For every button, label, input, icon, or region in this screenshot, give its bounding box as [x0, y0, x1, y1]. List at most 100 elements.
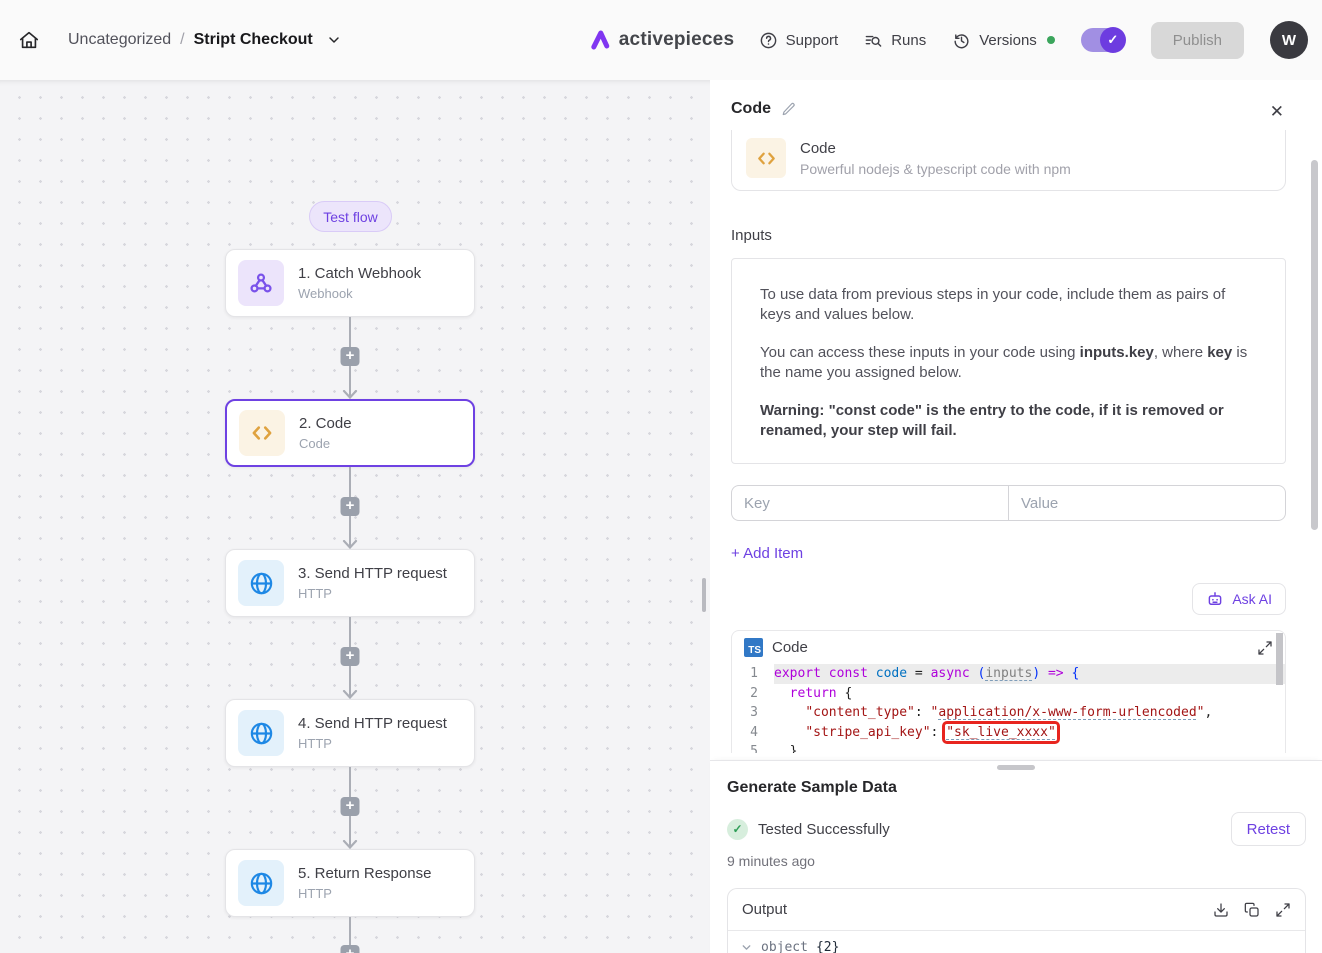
editor-scrollbar[interactable] — [1276, 633, 1283, 685]
flow-enabled-toggle[interactable]: ✓ — [1081, 28, 1125, 52]
node-subtitle: HTTP — [298, 736, 447, 751]
key-input[interactable] — [731, 485, 1008, 521]
edit-name-pencil-icon[interactable] — [781, 102, 796, 117]
webhook-icon — [238, 260, 284, 306]
arrow-down-icon — [342, 840, 358, 849]
flow-node-return-response[interactable]: 5. Return Response HTTP — [225, 849, 475, 917]
flow-node-catch-webhook[interactable]: 1. Catch Webhook Webhook — [225, 249, 475, 317]
add-step-button[interactable]: + — [341, 945, 360, 953]
typescript-badge-icon: TS — [744, 638, 763, 657]
code-lines[interactable]: 1export const code = async (inputs) => {… — [732, 664, 1285, 753]
info-warning: Warning: "const code" is the entry to th… — [760, 401, 1257, 442]
test-timestamp: 9 minutes ago — [727, 853, 1306, 869]
brand-logo: activepieces — [588, 28, 734, 52]
versions-label: Versions — [979, 32, 1037, 49]
robot-icon — [1206, 590, 1224, 608]
arrow-down-icon — [342, 390, 358, 399]
success-check-icon: ✓ — [727, 819, 748, 840]
input-pair-row — [731, 485, 1286, 521]
code-editor-label: Code — [772, 639, 1248, 656]
test-flow-button[interactable]: Test flow — [309, 201, 392, 232]
edge-1: + — [349, 317, 351, 397]
sample-data-title: Generate Sample Data — [727, 779, 1306, 797]
generate-sample-data-panel: Generate Sample Data ✓ Tested Successful… — [710, 760, 1322, 953]
node-subtitle: HTTP — [298, 586, 447, 601]
top-bar: Uncategorized / Stript Checkout activepi… — [0, 0, 1322, 80]
step-settings-panel: Code ✕ Code Powerful nodejs & typescript… — [710, 80, 1322, 953]
support-button[interactable]: Support — [759, 31, 839, 50]
code-step-config: Code ✕ Code Powerful nodejs & typescript… — [710, 80, 1322, 760]
expand-code-icon[interactable] — [1257, 640, 1273, 656]
flow-node-http-4[interactable]: 4. Send HTTP request HTTP — [225, 699, 475, 767]
chevron-down-icon[interactable] — [326, 32, 342, 48]
edge-3: + — [349, 617, 351, 697]
add-item-link[interactable]: + Add Item — [731, 545, 803, 562]
step-name: Code — [800, 140, 1071, 157]
info-paragraph-1: To use data from previous steps in your … — [760, 285, 1257, 326]
versions-history-icon — [952, 31, 971, 50]
add-step-button[interactable]: + — [341, 347, 360, 366]
breadcrumb-separator: / — [180, 31, 184, 49]
node-title: 4. Send HTTP request — [298, 715, 447, 732]
node-subtitle: Code — [299, 436, 352, 451]
output-tree-row[interactable]: object {2} — [728, 931, 1305, 953]
runs-label: Runs — [891, 32, 926, 49]
flow-node-code[interactable]: 2. Code Code — [225, 399, 475, 467]
test-status-text: Tested Successfully — [758, 821, 890, 838]
globe-icon — [238, 860, 284, 906]
draft-status-dot — [1047, 36, 1055, 44]
app-window: Uncategorized / Stript Checkout activepi… — [0, 0, 1322, 953]
download-icon[interactable] — [1213, 902, 1229, 918]
home-button[interactable] — [12, 23, 46, 57]
node-title: 2. Code — [299, 415, 352, 432]
runs-icon — [864, 31, 883, 50]
expand-output-icon[interactable] — [1275, 902, 1291, 918]
versions-button[interactable]: Versions — [952, 31, 1055, 50]
toggle-check-icon: ✓ — [1100, 27, 1126, 53]
runs-button[interactable]: Runs — [864, 31, 926, 50]
step-description: Powerful nodejs & typescript code with n… — [800, 161, 1071, 177]
arrow-down-icon — [342, 690, 358, 699]
inputs-heading: Inputs — [731, 227, 1286, 244]
node-title: 1. Catch Webhook — [298, 265, 421, 282]
copy-icon[interactable] — [1244, 902, 1260, 918]
output-label: Output — [742, 901, 1213, 918]
add-step-button[interactable]: + — [341, 797, 360, 816]
breadcrumb: Uncategorized / Stript Checkout — [68, 31, 342, 49]
code-icon — [239, 410, 285, 456]
globe-icon — [238, 560, 284, 606]
add-step-button[interactable]: + — [341, 647, 360, 666]
ask-ai-button[interactable]: Ask AI — [1192, 583, 1286, 615]
add-step-button[interactable]: + — [341, 497, 360, 516]
output-card: Output — [727, 888, 1306, 953]
panel-resize-handle[interactable] — [702, 578, 706, 612]
publish-button[interactable]: Publish — [1151, 22, 1244, 59]
brand-name: activepieces — [619, 29, 734, 51]
panel-title: Code — [731, 100, 771, 118]
info-paragraph-2: You can access these inputs in your code… — [760, 343, 1257, 384]
globe-icon — [238, 710, 284, 756]
node-title: 3. Send HTTP request — [298, 565, 447, 582]
breadcrumb-folder[interactable]: Uncategorized — [68, 31, 171, 49]
code-editor[interactable]: TS Code 1export const code = async (inpu… — [731, 630, 1286, 753]
breadcrumb-flow-name[interactable]: Stript Checkout — [194, 31, 313, 49]
activepieces-logo-icon — [588, 28, 612, 52]
retest-button[interactable]: Retest — [1231, 812, 1306, 846]
flow-canvas[interactable]: Test flow 1. Catch Webhook Webhook + — [0, 80, 710, 953]
value-input[interactable] — [1008, 485, 1286, 521]
home-icon — [18, 29, 40, 51]
avatar[interactable]: W — [1270, 21, 1308, 59]
chevron-down-icon[interactable] — [740, 941, 753, 953]
node-subtitle: Webhook — [298, 286, 421, 301]
panel-scrollbar[interactable] — [1311, 160, 1318, 530]
edge-5: + — [349, 917, 351, 953]
step-summary-card: Code Powerful nodejs & typescript code w… — [731, 130, 1286, 191]
support-icon — [759, 31, 778, 50]
flow-node-http-3[interactable]: 3. Send HTTP request HTTP — [225, 549, 475, 617]
code-icon — [746, 138, 786, 178]
close-panel-icon[interactable]: ✕ — [1270, 102, 1284, 122]
output-object-count: {2} — [816, 940, 839, 953]
output-object-type: object — [761, 940, 808, 953]
panel-drag-handle[interactable] — [997, 765, 1035, 770]
ask-ai-label: Ask AI — [1232, 591, 1272, 607]
